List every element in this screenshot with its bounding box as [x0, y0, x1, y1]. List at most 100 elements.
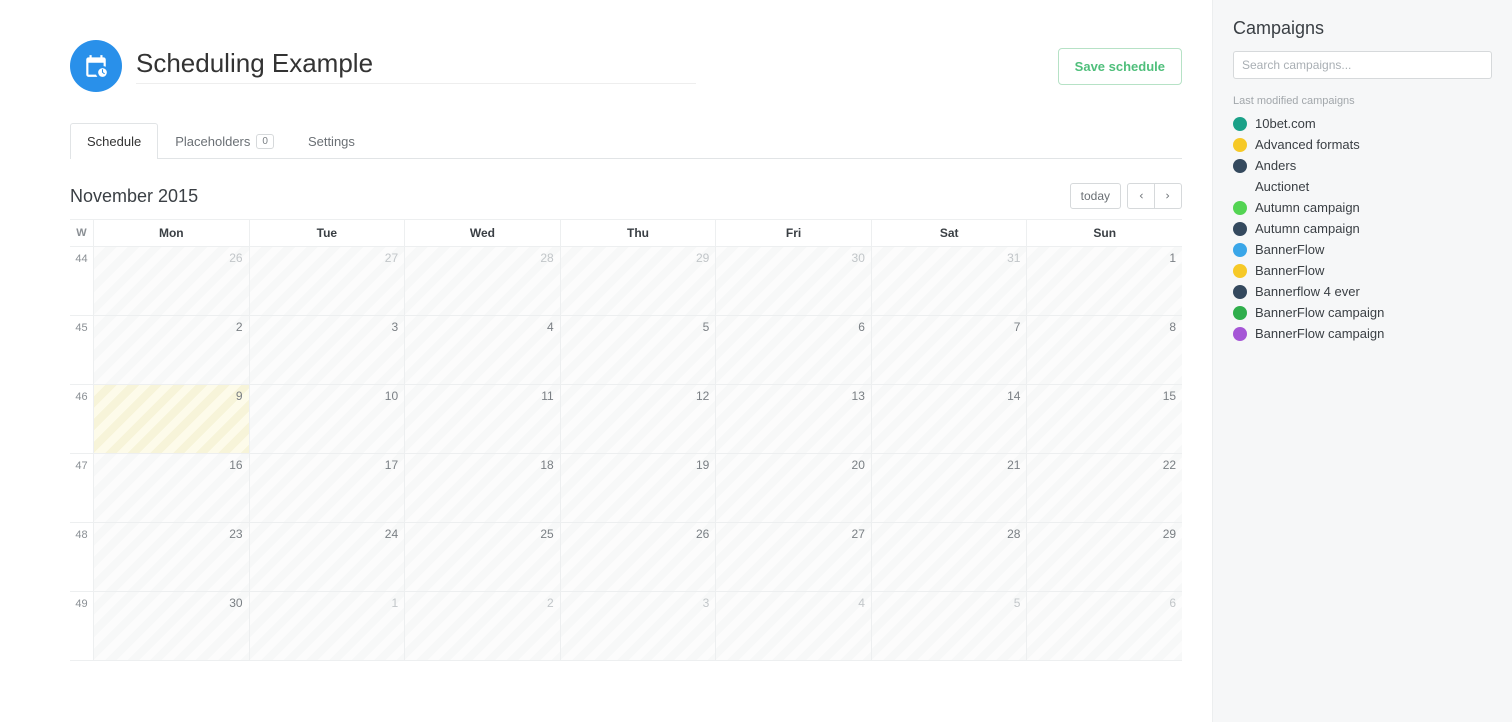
day-cell[interactable]: 1: [1027, 247, 1182, 315]
day-cell[interactable]: 2: [405, 592, 561, 660]
day-number: 24: [385, 527, 398, 541]
day-cell[interactable]: 15: [1027, 385, 1182, 453]
campaign-item[interactable]: BannerFlow campaign: [1233, 323, 1492, 344]
tab-schedule[interactable]: Schedule: [70, 123, 158, 159]
day-cell[interactable]: 7: [872, 316, 1028, 384]
day-cell[interactable]: 26: [94, 247, 250, 315]
day-cell[interactable]: 6: [716, 316, 872, 384]
calendar-row: 46910 11 12 13 1415: [70, 385, 1182, 454]
day-cell[interactable]: 4: [405, 316, 561, 384]
day-cell[interactable]: 21: [872, 454, 1028, 522]
day-cell[interactable]: 14: [872, 385, 1028, 453]
day-cell[interactable]: 9: [94, 385, 250, 453]
calendar-row: 4823 24 2526 27 28 29: [70, 523, 1182, 592]
day-number: 1: [1169, 251, 1176, 265]
week-number: 48: [70, 523, 94, 591]
campaign-name: 10bet.com: [1255, 116, 1316, 131]
day-number: 13: [852, 389, 865, 403]
day-number: 4: [547, 320, 554, 334]
campaign-item[interactable]: Auctionet: [1233, 176, 1492, 197]
day-cell[interactable]: 28: [872, 523, 1028, 591]
tab-placeholders[interactable]: Placeholders 0: [158, 123, 291, 159]
next-month-button[interactable]: [1155, 183, 1182, 209]
day-cell[interactable]: 4: [716, 592, 872, 660]
day-cell[interactable]: 25: [405, 523, 561, 591]
campaign-color-dot: [1233, 327, 1247, 341]
calendar-grid: W MonTueWedThuFriSatSun 4426272829303114…: [70, 219, 1182, 661]
calendar-row: 452345678: [70, 316, 1182, 385]
day-cell[interactable]: 6: [1027, 592, 1182, 660]
day-cell[interactable]: 17: [250, 454, 406, 522]
day-cell[interactable]: 8: [1027, 316, 1182, 384]
day-cell[interactable]: 5: [872, 592, 1028, 660]
day-cell[interactable]: 23: [94, 523, 250, 591]
campaign-item[interactable]: 10bet.com: [1233, 113, 1492, 134]
search-campaigns-input[interactable]: [1233, 51, 1492, 79]
day-number: 29: [696, 251, 709, 265]
campaign-name: BannerFlow: [1255, 263, 1324, 278]
day-number: 12: [696, 389, 709, 403]
tab-schedule-label: Schedule: [87, 134, 141, 149]
day-cell[interactable]: 11: [405, 385, 561, 453]
today-button[interactable]: today: [1070, 183, 1121, 209]
day-number: 6: [1169, 596, 1176, 610]
campaign-item[interactable]: BannerFlow: [1233, 260, 1492, 281]
campaign-item[interactable]: Bannerflow 4 ever: [1233, 281, 1492, 302]
week-number: 44: [70, 247, 94, 315]
day-cell[interactable]: 29: [1027, 523, 1182, 591]
day-cell[interactable]: 31: [872, 247, 1028, 315]
tabs-bar: Schedule Placeholders 0 Settings: [70, 122, 1182, 159]
day-cell[interactable]: 12: [561, 385, 717, 453]
tab-settings-label: Settings: [308, 134, 355, 149]
day-cell[interactable]: 5: [561, 316, 717, 384]
day-cell[interactable]: 19: [561, 454, 717, 522]
day-number: 20: [852, 458, 865, 472]
day-number: 8: [1169, 320, 1176, 334]
campaign-name: Autumn campaign: [1255, 200, 1360, 215]
day-cell[interactable]: 10: [250, 385, 406, 453]
day-cell[interactable]: 18: [405, 454, 561, 522]
day-number: 1: [391, 596, 398, 610]
campaign-item[interactable]: BannerFlow campaign: [1233, 302, 1492, 323]
campaign-name: BannerFlow campaign: [1255, 326, 1384, 341]
day-cell[interactable]: 24: [250, 523, 406, 591]
day-number: 27: [852, 527, 865, 541]
tab-placeholders-label: Placeholders: [175, 134, 250, 149]
day-cell[interactable]: 28: [405, 247, 561, 315]
tab-settings[interactable]: Settings: [291, 123, 372, 159]
day-cell[interactable]: 22: [1027, 454, 1182, 522]
save-schedule-button[interactable]: Save schedule: [1058, 48, 1182, 85]
day-cell[interactable]: 2: [94, 316, 250, 384]
day-cell[interactable]: 13: [716, 385, 872, 453]
campaign-name: Anders: [1255, 158, 1296, 173]
day-cell[interactable]: 20: [716, 454, 872, 522]
day-cell[interactable]: 29: [561, 247, 717, 315]
campaign-item[interactable]: Anders: [1233, 155, 1492, 176]
week-header: W: [70, 220, 94, 246]
day-number: 16: [229, 458, 242, 472]
campaign-color-dot: [1233, 306, 1247, 320]
day-cell[interactable]: 3: [250, 316, 406, 384]
week-number: 46: [70, 385, 94, 453]
day-cell[interactable]: 1: [250, 592, 406, 660]
day-cell[interactable]: 26: [561, 523, 717, 591]
day-cell[interactable]: 30: [94, 592, 250, 660]
day-header: Thu: [561, 220, 717, 246]
day-number: 3: [391, 320, 398, 334]
day-number: 28: [1007, 527, 1020, 541]
day-cell[interactable]: 16: [94, 454, 250, 522]
day-cell[interactable]: 30: [716, 247, 872, 315]
day-cell[interactable]: 27: [250, 247, 406, 315]
campaign-item[interactable]: Autumn campaign: [1233, 218, 1492, 239]
campaign-item[interactable]: Autumn campaign: [1233, 197, 1492, 218]
day-cell[interactable]: 3: [561, 592, 717, 660]
prev-month-button[interactable]: [1127, 183, 1155, 209]
day-number: 19: [696, 458, 709, 472]
campaign-list: 10bet.com Advanced formats Anders Auctionet…: [1233, 113, 1492, 344]
campaign-item[interactable]: Advanced formats: [1233, 134, 1492, 155]
day-number: 11: [541, 389, 553, 403]
day-header: Sun: [1027, 220, 1182, 246]
day-cell[interactable]: 27: [716, 523, 872, 591]
campaign-item[interactable]: BannerFlow: [1233, 239, 1492, 260]
day-number: 2: [236, 320, 243, 334]
